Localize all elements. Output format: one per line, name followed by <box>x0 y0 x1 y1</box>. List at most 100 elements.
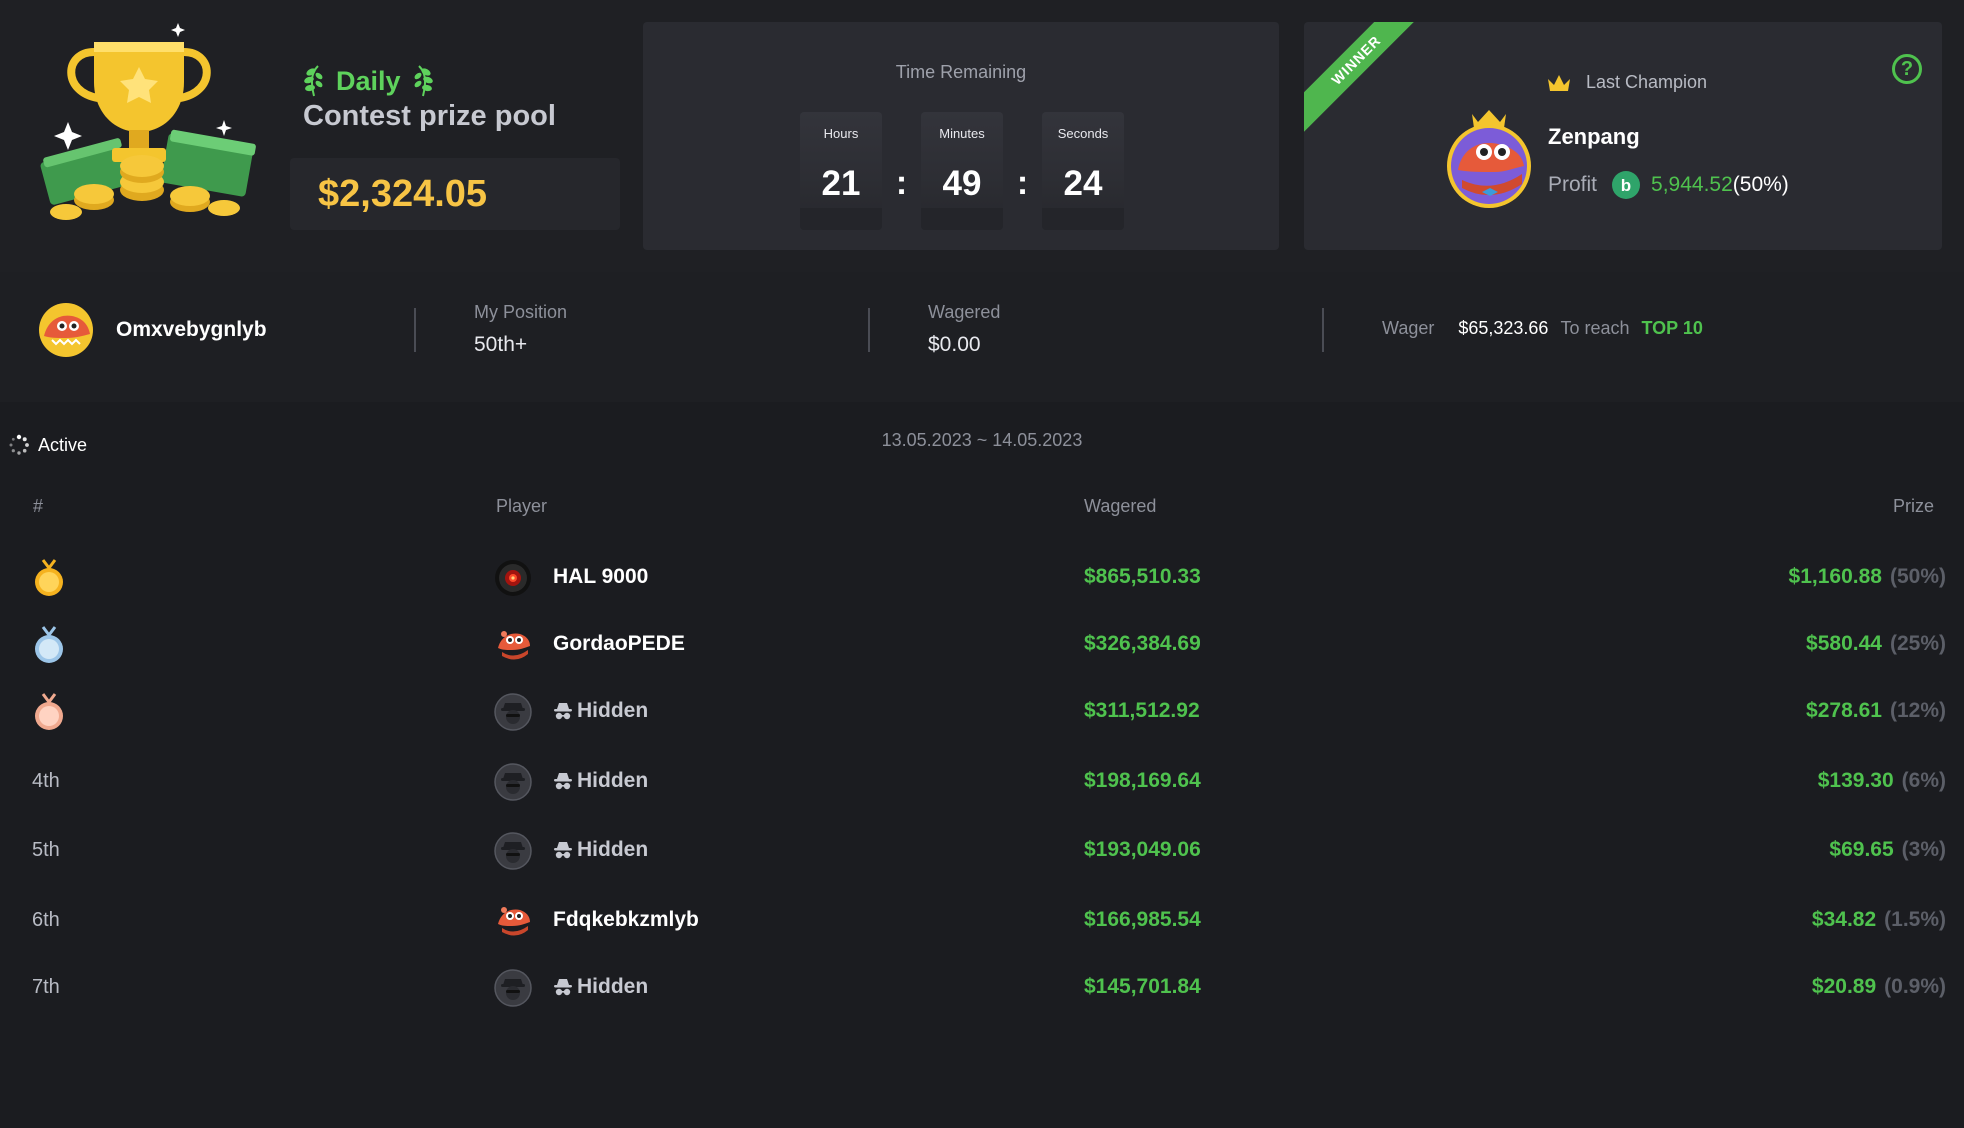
wagered-amount: $198,169.64 <box>1084 769 1201 792</box>
table-row: GordaoPEDE $326,384.69 $580.44 (25%) <box>0 615 1964 675</box>
svg-text:b: b <box>1621 176 1631 195</box>
profit-value: 5,944.52 <box>1651 173 1733 196</box>
prize-cell: $278.61 (12%) <box>1806 699 1946 723</box>
incognito-icon <box>554 703 572 720</box>
prize-amount: $69.65 <box>1829 838 1894 861</box>
laurel-left-icon <box>304 65 323 97</box>
countdown-title: Time Remaining <box>895 62 1027 82</box>
gold-medal-icon <box>35 559 63 596</box>
prize-amount: $1,160.88 <box>1788 565 1882 588</box>
hal-9000-avatar[interactable] <box>494 559 532 597</box>
my-position-value: 50th+ <box>474 333 528 356</box>
silver-medal-icon <box>35 626 63 663</box>
champion-name[interactable]: Zenpang <box>1548 124 1640 150</box>
table-row: HAL 9000 $865,510.33 $1,160.88 (50%) <box>0 548 1964 608</box>
my-stats-bar: Omxvebygnlyb My Position 50th+ Wagered $… <box>0 272 1964 402</box>
prize-percent: (50%) <box>1889 565 1946 588</box>
help-icon[interactable]: ? <box>1892 54 1922 84</box>
minutes-value: 49 <box>942 164 982 203</box>
contest-period-label: Daily <box>336 65 401 96</box>
seconds-value: 24 <box>1063 164 1103 203</box>
wager-label: Wager <box>1382 318 1435 338</box>
my-wagered: Wagered $0.00 <box>928 302 1000 357</box>
countdown-boxes: Hours 21 : Minutes 49 : Seconds 24 <box>800 112 1124 230</box>
last-champion-card: WINNER ? Last Champion Zenpang Profit b <box>1304 22 1942 250</box>
prize-amount: $580.44 <box>1806 632 1882 655</box>
col-prize: Prize <box>1892 496 1934 516</box>
table-row: Hidden $311,512.92 $278.61 (12%) <box>0 682 1964 742</box>
trophy-icon <box>40 23 256 220</box>
wagered-amount: $166,985.54 <box>1084 908 1201 931</box>
incognito-icon <box>554 979 572 996</box>
champion-avatar[interactable] <box>1444 100 1534 210</box>
seconds-label: Seconds <box>1057 126 1109 141</box>
winner-ribbon: WINNER <box>1304 22 1437 141</box>
minutes-box: Minutes 49 <box>921 112 1003 230</box>
prize-percent: (12%) <box>1889 699 1946 722</box>
champion-profit: Profit b 5,944.52 (50%) <box>1548 170 1789 200</box>
bronze-medal-icon <box>35 693 63 730</box>
last-champion-label: Last Champion <box>1586 72 1708 92</box>
divider <box>414 308 416 352</box>
wagered-amount: $311,512.92 <box>1084 699 1200 722</box>
prize-cell: $34.82 (1.5%) <box>1812 908 1946 932</box>
prize-pool-box: $2,324.05 <box>290 158 620 230</box>
my-wagered-value: $0.00 <box>928 333 981 356</box>
player-name-text: Hidden <box>577 838 649 861</box>
table-row: 6th Fdqkebkzmlyb $166,985.54 $34.82 (1.5%) <box>0 891 1964 951</box>
table-row: 7th Hidden $145,701.84 $20.89 (0.9%) <box>0 958 1964 1018</box>
prize-cell: $139.30 (6%) <box>1818 769 1946 793</box>
player-name-text: Hidden <box>577 769 649 792</box>
wagered-amount: $145,701.84 <box>1084 975 1201 998</box>
profit-percent: (50%) <box>1732 173 1789 196</box>
player-name: Hidden <box>553 975 648 999</box>
prize-amount: $20.89 <box>1811 975 1877 998</box>
contest-title: Contest prize pool <box>303 100 556 132</box>
hidden-player-avatar <box>494 763 532 801</box>
prize-cell: $20.89 (0.9%) <box>1812 975 1946 999</box>
seconds-box: Seconds 24 <box>1042 112 1124 230</box>
prize-cell: $69.65 (3%) <box>1829 838 1946 862</box>
hidden-player-avatar <box>494 693 532 731</box>
my-username[interactable]: Omxvebygnlyb <box>116 318 267 342</box>
my-avatar[interactable] <box>38 302 94 358</box>
crown-icon <box>1548 74 1570 91</box>
divider <box>868 308 870 352</box>
col-player: Player <box>496 496 548 516</box>
countdown-card: Time Remaining Hours 21 : Minutes 49 : S… <box>643 22 1279 250</box>
bcd-coin-icon: b <box>1612 171 1641 199</box>
prize-amount: $139.30 <box>1817 769 1894 792</box>
prize-percent: (1.5%) <box>1884 908 1946 931</box>
table-header: # Player Wagered Prize <box>0 496 1964 526</box>
player-name: Hidden <box>553 699 648 723</box>
prize-amount: $34.82 <box>1811 908 1877 931</box>
prize-percent: (25%) <box>1889 632 1946 655</box>
wager-to-reach: Wager $65,323.66 To reach TOP 10 <box>1382 318 1703 339</box>
minutes-label: Minutes <box>939 126 985 141</box>
rank-label: 6th <box>32 909 60 931</box>
top-section: Daily Contest prize pool $2,324.05 Time … <box>0 0 1964 272</box>
player-name[interactable]: HAL 9000 <box>553 565 648 589</box>
wagered-amount: $865,510.33 <box>1084 565 1201 588</box>
last-champion-header: Last Champion <box>1546 72 1707 93</box>
leaderboard: Active 13.05.2023 ~ 14.05.2023 # Player … <box>0 402 1964 1128</box>
player-name: Hidden <box>553 769 648 793</box>
prize-cell: $1,160.88 (50%) <box>1789 565 1946 589</box>
player-name-text: GordaoPEDE <box>553 632 685 655</box>
rank-label: 4th <box>32 770 60 792</box>
time-separator: : <box>1016 164 1029 202</box>
hours-value: 21 <box>821 164 861 203</box>
player-name[interactable]: Fdqkebkzmlyb <box>553 908 699 932</box>
time-separator: : <box>895 164 908 202</box>
wagered-amount: $326,384.69 <box>1084 632 1201 655</box>
my-wagered-label: Wagered <box>928 302 1001 322</box>
prize-cell: $580.44 (25%) <box>1806 632 1946 656</box>
player-name[interactable]: GordaoPEDE <box>553 632 685 656</box>
prize-amount: $278.61 <box>1806 699 1882 722</box>
wagered-amount: $193,049.06 <box>1084 838 1201 861</box>
my-position-label: My Position <box>474 302 568 322</box>
player-name-text: Hidden <box>577 975 649 998</box>
player-avatar[interactable] <box>494 902 532 940</box>
player-avatar[interactable] <box>494 626 532 664</box>
my-position: My Position 50th+ <box>474 302 567 357</box>
